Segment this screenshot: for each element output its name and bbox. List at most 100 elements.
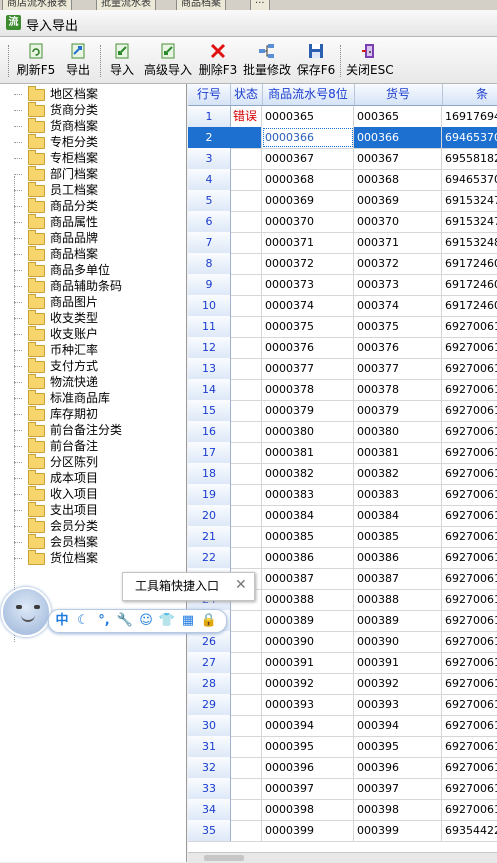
toolbar-grip[interactable] (8, 45, 11, 77)
table-cell[interactable] (230, 400, 262, 421)
table-cell[interactable]: 0000397 (262, 778, 354, 799)
table-cell[interactable] (230, 820, 262, 841)
table-cell[interactable] (230, 673, 262, 694)
table-cell[interactable]: 0000386 (262, 547, 354, 568)
table-cell[interactable]: 000371 (354, 232, 442, 253)
table-cell[interactable]: 692700611 (442, 484, 497, 505)
table-cell[interactable]: 692700611 (442, 400, 497, 421)
table-cell[interactable] (230, 295, 262, 316)
table-cell[interactable]: 0000389 (262, 610, 354, 631)
table-cell[interactable]: 000386 (354, 547, 442, 568)
table-row[interactable]: 13 0000377000377692700611 (188, 358, 497, 380)
table-cell[interactable] (230, 421, 262, 442)
table-cell[interactable]: 0000396 (262, 757, 354, 778)
table-cell[interactable]: 692700612 (442, 778, 497, 799)
table-row[interactable]: 20 0000384000384692700611 (188, 505, 497, 527)
table-cell[interactable]: 692700613 (442, 337, 497, 358)
table-cell[interactable]: 000393 (354, 694, 442, 715)
table-cell[interactable]: 692700611 (442, 358, 497, 379)
table-row[interactable]: 10 0000374000374691724601 (188, 295, 497, 317)
grid-horizontal-scrollbar[interactable] (188, 852, 497, 863)
table-cell[interactable] (230, 547, 262, 568)
table-cell[interactable]: 691724601 (442, 295, 497, 316)
table-row[interactable]: 29 0000393000393692700612 (188, 694, 497, 716)
refresh-button[interactable]: 刷新F5 (14, 43, 58, 81)
punctuation-icon[interactable]: °, (95, 612, 113, 630)
table-row[interactable]: 14 0000378000378692700611 (188, 379, 497, 401)
smiley-icon[interactable]: ☺ (137, 612, 155, 630)
table-cell[interactable]: 691532471 (442, 190, 497, 211)
table-cell[interactable]: 000369 (354, 190, 442, 211)
table-cell[interactable]: 692700611 (442, 379, 497, 400)
delete-button[interactable]: 删除F3 (198, 43, 238, 81)
table-cell[interactable]: 0000390 (262, 631, 354, 652)
table-row[interactable]: 15 0000379000379692700611 (188, 400, 497, 422)
table-cell[interactable] (230, 442, 262, 463)
column-header[interactable]: 条 (442, 84, 497, 105)
table-cell[interactable]: 000383 (354, 484, 442, 505)
table-cell[interactable]: 691724600 (442, 253, 497, 274)
table-cell[interactable]: 692700612 (442, 673, 497, 694)
table-row[interactable]: 11 0000375000375692700613 (188, 316, 497, 338)
table-cell[interactable]: 695581820 (442, 148, 497, 169)
table-row[interactable]: 32 0000396000396692700612 (188, 757, 497, 779)
table-cell[interactable]: 0000376 (262, 337, 354, 358)
table-cell[interactable] (230, 736, 262, 757)
table-cell[interactable]: 692700612 (442, 757, 497, 778)
table-cell[interactable]: 000372 (354, 253, 442, 274)
table-cell[interactable]: 692700611 (442, 442, 497, 463)
table-cell[interactable]: 0000388 (262, 589, 354, 610)
table-cell[interactable] (230, 631, 262, 652)
table-cell[interactable] (230, 484, 262, 505)
table-row[interactable]: 18 0000382000382692700611 (188, 463, 497, 485)
table-cell[interactable]: 692700612 (442, 568, 497, 589)
table-row[interactable]: 26 0000390000390692700612 (188, 631, 497, 653)
table-cell[interactable] (230, 526, 262, 547)
table-cell[interactable]: 0000399 (262, 820, 354, 841)
table-cell[interactable] (230, 148, 262, 169)
table-cell[interactable]: 000396 (354, 757, 442, 778)
save-button[interactable]: 保存F6 (296, 43, 336, 81)
wrench-icon[interactable]: 🔧 (116, 612, 134, 630)
table-cell[interactable]: 0000385 (262, 526, 354, 547)
table-cell[interactable] (230, 316, 262, 337)
table-cell[interactable]: 0000378 (262, 379, 354, 400)
table-cell[interactable]: 0000375 (262, 316, 354, 337)
table-cell[interactable]: 0000391 (262, 652, 354, 673)
table-row[interactable]: 22 0000386000386692700611 (188, 547, 497, 569)
table-cell[interactable]: 692700612 (442, 694, 497, 715)
table-cell[interactable] (230, 652, 262, 673)
table-row[interactable]: 27 0000391000391692700612 (188, 652, 497, 674)
scrollbar-thumb[interactable] (204, 855, 244, 861)
table-cell[interactable]: 000387 (354, 568, 442, 589)
table-cell[interactable]: 000365 (354, 106, 442, 127)
table-cell[interactable]: 000397 (354, 778, 442, 799)
table-cell[interactable]: 694653705 (442, 169, 497, 190)
table-cell[interactable]: 0000370 (262, 211, 354, 232)
table-row[interactable]: 12 0000376000376692700613 (188, 337, 497, 359)
table-cell[interactable]: 692700613 (442, 316, 497, 337)
table-row[interactable]: 19 0000383000383692700611 (188, 484, 497, 506)
table-cell[interactable]: 000373 (354, 274, 442, 295)
table-cell[interactable]: 000375 (354, 316, 442, 337)
table-row[interactable]: 30 0000394000394692700612 (188, 715, 497, 737)
table-row[interactable]: 3 0000367000367695581820 (188, 148, 497, 170)
table-cell[interactable]: 000394 (354, 715, 442, 736)
active-edit-cell[interactable]: 0000366 (262, 127, 354, 148)
lock-icon[interactable]: 🔒 (200, 612, 218, 630)
table-row[interactable]: 16 0000380000380692700611 (188, 421, 497, 443)
table-cell[interactable] (230, 463, 262, 484)
table-row[interactable]: 1错误0000365000365169176941 (188, 106, 497, 128)
table-cell[interactable]: 692700612 (442, 589, 497, 610)
moon-icon[interactable]: ☾ (74, 612, 92, 630)
table-cell[interactable]: 692700612 (442, 652, 497, 673)
table-cell[interactable]: 000374 (354, 295, 442, 316)
chinese-input-icon[interactable]: 中 (53, 612, 71, 630)
table-cell[interactable]: 0000392 (262, 673, 354, 694)
table-cell[interactable]: 691532471 (442, 211, 497, 232)
table-row[interactable]: 9 0000373000373691724601 (188, 274, 497, 296)
table-cell[interactable]: 0000395 (262, 736, 354, 757)
table-cell[interactable] (230, 715, 262, 736)
import-button[interactable]: 导入 (106, 43, 138, 81)
table-cell[interactable]: 0000394 (262, 715, 354, 736)
